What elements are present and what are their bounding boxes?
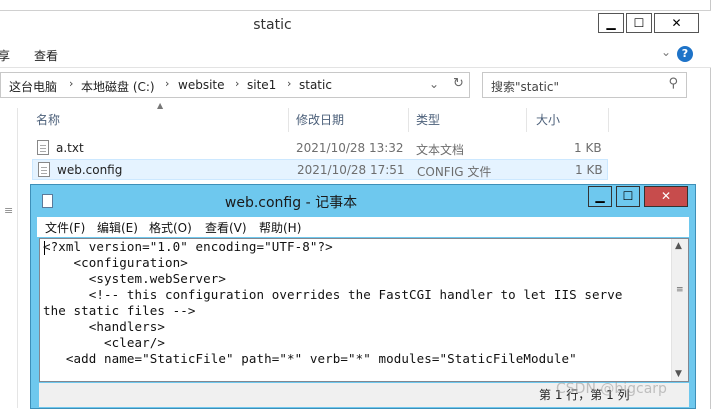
scroll-down-icon[interactable]: ▼ xyxy=(675,369,682,379)
search-icon[interactable]: ⚲ xyxy=(668,76,678,91)
vertical-scrollbar[interactable]: ▲ ≡ ▼ xyxy=(671,239,688,381)
column-divider[interactable] xyxy=(526,108,527,132)
scroll-grip-icon[interactable]: ≡ xyxy=(676,285,684,295)
code-line: the static files --> xyxy=(43,303,196,318)
file-name: web.config xyxy=(57,163,123,177)
code-line: <add name="StaticFile" path="*" verb="*"… xyxy=(43,351,577,366)
breadcrumb-website[interactable]: website xyxy=(178,78,225,92)
explorer-title-bar[interactable]: static ▁ ☐ ✕ xyxy=(0,10,711,40)
chevron-right-icon[interactable]: › xyxy=(287,77,291,90)
column-header-type[interactable]: 类型 xyxy=(416,111,440,128)
file-row-web-config[interactable]: web.config 2021/10/28 17:51 CONFIG 文件 1 … xyxy=(32,159,608,180)
ribbon-bar: 享 查看 ⌄ ? xyxy=(0,40,711,68)
refresh-icon[interactable]: ↻ xyxy=(453,76,464,91)
column-header-size[interactable]: 大小 xyxy=(536,111,560,128)
notepad-menu-bar: 文件(F) 编辑(E) 格式(O) 查看(V) 帮助(H) xyxy=(37,217,689,237)
column-divider[interactable] xyxy=(288,108,289,132)
ribbon-tab-share[interactable]: 享 xyxy=(0,47,10,64)
file-modified: 2021/10/28 13:32 xyxy=(296,141,404,155)
address-bar[interactable]: 这台电脑 › 本地磁盘 (C:) › website › site1 › sta… xyxy=(0,72,470,98)
breadcrumb-local-disk[interactable]: 本地磁盘 (C:) xyxy=(81,78,155,95)
explorer-window-title: static xyxy=(253,17,292,33)
code-line: <system.webServer> xyxy=(43,271,227,286)
menu-help[interactable]: 帮助(H) xyxy=(259,219,301,236)
file-name: a.txt xyxy=(56,141,84,155)
notepad-text-area[interactable]: <?xml version="1.0" encoding="UTF-8"?> <… xyxy=(39,238,689,382)
code-line: <handlers> xyxy=(43,319,166,334)
scroll-up-icon[interactable]: ▲ xyxy=(675,241,682,251)
menu-edit[interactable]: 编辑(E) xyxy=(97,219,138,236)
column-headers: 名称 修改日期 类型 大小 xyxy=(20,108,710,132)
maximize-button[interactable]: ☐ xyxy=(626,13,652,33)
text-file-icon xyxy=(37,140,49,155)
address-history-icon[interactable]: ⌄ xyxy=(429,77,439,91)
ribbon-tab-view[interactable]: 查看 xyxy=(34,47,58,64)
chevron-right-icon[interactable]: › xyxy=(69,77,73,90)
navigation-pane[interactable]: ≡ xyxy=(0,108,18,408)
file-type: 文本文档 xyxy=(416,143,465,157)
close-button[interactable]: ✕ xyxy=(644,186,688,207)
notepad-window: web.config - 记事本 ▁ ☐ ✕ 文件(F) 编辑(E) 格式(O)… xyxy=(30,184,696,409)
code-line: <!-- this configuration overrides the Fa… xyxy=(43,287,623,302)
maximize-button[interactable]: ☐ xyxy=(616,186,640,207)
notepad-title-bar[interactable]: web.config - 记事本 ▁ ☐ ✕ xyxy=(31,185,695,217)
menu-file[interactable]: 文件(F) xyxy=(45,219,85,236)
menu-format[interactable]: 格式(O) xyxy=(149,219,192,236)
search-box[interactable]: 搜索"static" ⚲ xyxy=(482,72,687,98)
file-row-a-txt[interactable]: a.txt 2021/10/28 13:32 文本文档 1 KB xyxy=(32,138,608,159)
column-header-modified[interactable]: 修改日期 xyxy=(296,111,344,128)
chevron-right-icon[interactable]: › xyxy=(235,77,239,90)
file-size: 1 KB xyxy=(574,141,602,155)
minimize-button[interactable]: ▁ xyxy=(588,186,612,207)
config-file-icon xyxy=(38,162,50,177)
column-header-name[interactable]: 名称 xyxy=(36,111,60,128)
file-size: 1 KB xyxy=(575,163,603,177)
minimize-button[interactable]: ▁ xyxy=(598,13,624,33)
notepad-window-title: web.config - 记事本 xyxy=(224,195,358,211)
file-type: CONFIG 文件 xyxy=(417,165,492,179)
file-modified: 2021/10/28 17:51 xyxy=(297,163,405,177)
column-divider[interactable] xyxy=(608,108,609,132)
search-input[interactable]: 搜索"static" xyxy=(491,78,559,95)
pane-resize-handle[interactable]: ≡ xyxy=(4,204,13,217)
ribbon-expand-icon[interactable]: ⌄ xyxy=(661,45,671,59)
breadcrumb-static[interactable]: static xyxy=(299,78,332,92)
code-line: <clear/> xyxy=(43,335,166,350)
code-line: <?xml version="1.0" encoding="UTF-8"?> xyxy=(43,239,333,254)
column-divider[interactable] xyxy=(408,108,409,132)
breadcrumb-site1[interactable]: site1 xyxy=(247,78,276,92)
help-icon[interactable]: ? xyxy=(677,46,693,62)
code-line: <configuration> xyxy=(43,255,188,270)
close-button[interactable]: ✕ xyxy=(654,13,699,33)
watermark: CSDN @bigcarp xyxy=(556,381,667,397)
menu-view[interactable]: 查看(V) xyxy=(205,219,247,236)
breadcrumb-this-pc[interactable]: 这台电脑 xyxy=(9,78,57,95)
chevron-right-icon[interactable]: › xyxy=(165,77,169,90)
